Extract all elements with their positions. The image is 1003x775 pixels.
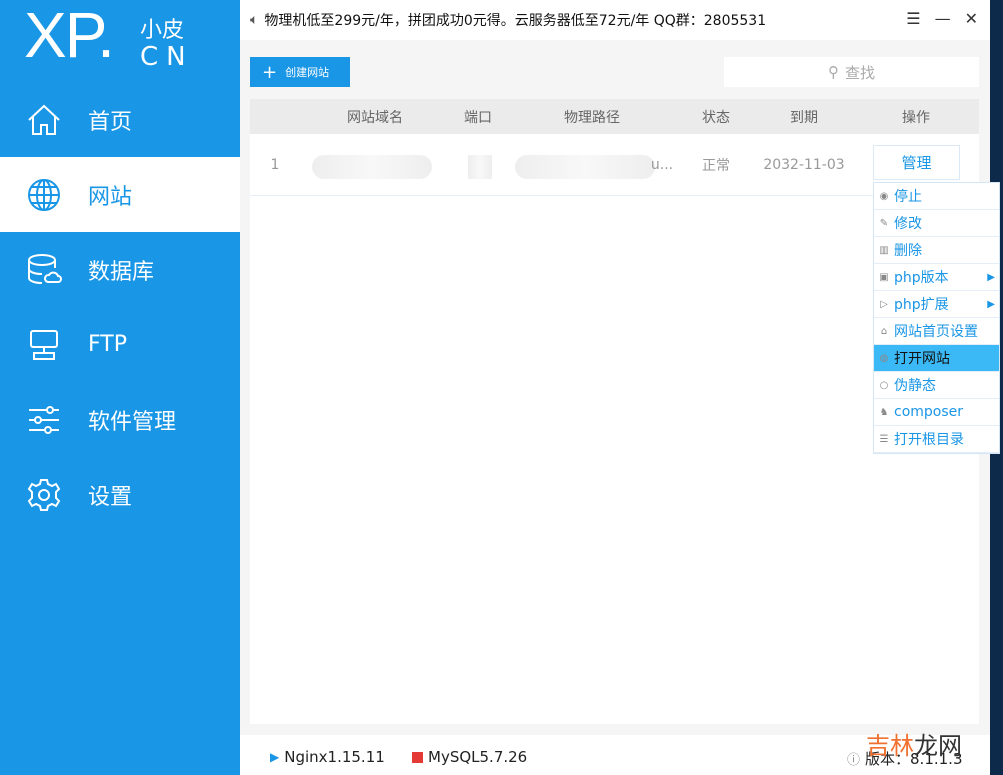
logo-cn: CN <box>140 42 194 72</box>
play-icon: ▶ <box>270 750 280 764</box>
menu-label: php扩展 <box>894 297 949 313</box>
submenu-arrow-icon: ▶ <box>987 271 995 283</box>
col-path: 物理路径 <box>564 109 620 126</box>
sliders-icon <box>29 405 59 434</box>
menu-item-stop[interactable]: ◉ 停止 <box>874 183 999 210</box>
logo-text: XP. <box>24 0 115 71</box>
create-label: 创建网站 <box>285 66 330 79</box>
stop-square-icon <box>412 751 423 763</box>
sidebar-item-label: 设置 <box>88 484 133 510</box>
globe-icon: ◍ <box>879 352 889 364</box>
menu-label: 打开网站 <box>894 351 950 367</box>
table-header: 网站域名 端口 物理路径 状态 到期 操作 <box>250 99 979 134</box>
col-domain: 网站域名 <box>347 109 403 126</box>
col-action: 操作 <box>902 109 930 126</box>
close-icon[interactable]: ✕ <box>965 9 978 28</box>
sidebar-item-ftp[interactable]: FTP <box>0 307 240 382</box>
col-expiry: 到期 <box>790 109 818 126</box>
row-path: u... <box>650 156 674 173</box>
row-expiry: 2032-11-03 <box>763 156 845 173</box>
ring-icon: ○ <box>879 379 889 391</box>
plus-icon: + <box>262 61 278 83</box>
menu-label: php版本 <box>894 270 949 286</box>
menu-item-php-extension[interactable]: ▷ php扩展 ▶ <box>874 291 999 318</box>
menu-label: 网站首页设置 <box>894 324 978 340</box>
menu-label: composer <box>894 404 964 420</box>
mysql-label: MySQL5.7.26 <box>428 748 528 766</box>
search-icon: ⚲ <box>827 63 839 81</box>
composer-icon: ♞ <box>879 406 889 418</box>
col-status: 状态 <box>702 109 730 126</box>
watermark: 吉林龙网 <box>866 726 962 761</box>
mysql-status[interactable]: MySQL5.7.26 <box>412 748 527 766</box>
nginx-status[interactable]: ▶ Nginx1.15.11 <box>270 748 385 766</box>
sidebar-item-software[interactable]: 软件管理 <box>0 382 240 457</box>
gear-icon <box>27 478 61 511</box>
menu-label: 停止 <box>894 189 922 205</box>
sidebar-item-settings[interactable]: 设置 <box>0 457 240 532</box>
monitor-icon <box>30 329 58 360</box>
sidebar-item-label: 首页 <box>88 109 133 135</box>
manage-button[interactable]: 管理 <box>873 145 960 180</box>
redacted-path <box>515 155 655 179</box>
stop-icon: ◉ <box>879 190 889 202</box>
menu-label: 伪静态 <box>894 378 936 394</box>
menu-label: 删除 <box>894 243 922 259</box>
speaker-icon: 🔈︎ <box>250 12 259 28</box>
redacted-domain <box>312 155 432 179</box>
watermark-a: 吉林 <box>866 732 914 760</box>
table-row: 1 u... 正常 2032-11-03 管理 <box>250 134 979 196</box>
trash-icon: ▥ <box>879 244 889 256</box>
notice-text[interactable]: 物理机低至299元/年，拼团成功0元得。云服务器低至72元/年 QQ群：2805… <box>264 10 766 30</box>
menu-label: 修改 <box>894 216 922 232</box>
sidebar-item-home[interactable]: 首页 <box>0 82 240 157</box>
sidebar-item-database[interactable]: 数据库 <box>0 232 240 307</box>
php-icon: ▣ <box>879 271 889 283</box>
nginx-label: Nginx1.15.11 <box>284 748 385 766</box>
search-input[interactable]: ⚲ 查找 <box>724 57 979 87</box>
database-icon <box>28 253 62 284</box>
menu-item-edit[interactable]: ✎ 修改 <box>874 210 999 237</box>
app-window: XP. 小皮 CN 首页 网站 数据库 FTP 软件管理 设置 🔈︎ 物理机低至… <box>0 0 990 775</box>
pencil-icon: ✎ <box>879 217 889 229</box>
submenu-arrow-icon: ▶ <box>987 298 995 310</box>
menu-item-open-root[interactable]: ☰ 打开根目录 <box>874 426 999 453</box>
watermark-b: 龙网 <box>914 732 962 760</box>
row-status: 正常 <box>702 157 730 174</box>
sidebar-item-label: 软件管理 <box>88 409 177 435</box>
home-icon <box>28 104 60 135</box>
sidebar: XP. 小皮 CN 首页 网站 数据库 FTP 软件管理 设置 <box>0 0 240 775</box>
row-index: 1 <box>270 156 280 173</box>
home-icon: ⌂ <box>880 325 888 337</box>
menu-label: 打开根目录 <box>894 432 964 448</box>
create-website-button[interactable]: + 创建网站 <box>250 57 350 87</box>
info-icon: ⓘ <box>847 753 861 768</box>
col-port: 端口 <box>464 109 492 126</box>
list-icon: ☰ <box>879 433 889 445</box>
menu-item-open-website[interactable]: ◍ 打开网站 <box>874 345 999 372</box>
manage-dropdown-menu: ◉ 停止 ✎ 修改 ▥ 删除 ▣ php版本 ▶ ▷ php扩展 ▶ ⌂ 网站首页设置 ◍ 打开网… <box>873 182 1000 454</box>
menu-item-php-version[interactable]: ▣ php版本 ▶ <box>874 264 999 291</box>
menu-item-composer[interactable]: ♞ composer <box>874 399 999 426</box>
menu-item-rewrite[interactable]: ○ 伪静态 <box>874 372 999 399</box>
redacted-port <box>468 155 492 179</box>
menu-item-homepage-settings[interactable]: ⌂ 网站首页设置 <box>874 318 999 345</box>
extension-icon: ▷ <box>880 298 888 310</box>
search-placeholder: 查找 <box>844 63 875 82</box>
sidebar-item-label: 网站 <box>88 184 133 210</box>
sidebar-item-label: FTP <box>88 332 127 357</box>
sidebar-item-website[interactable]: 网站 <box>0 157 240 232</box>
menu-item-delete[interactable]: ▥ 删除 <box>874 237 999 264</box>
notice-bar: 🔈︎ 物理机低至299元/年，拼团成功0元得。云服务器低至72元/年 QQ群：2… <box>240 0 990 40</box>
menu-icon[interactable]: ☰ <box>906 9 920 28</box>
logo-sub: 小皮 <box>140 18 185 43</box>
website-table: 网站域名 端口 物理路径 状态 到期 操作 1 u... 正常 2032-11-… <box>250 99 979 724</box>
sidebar-nav: 首页 网站 数据库 FTP 软件管理 设置 <box>0 82 240 532</box>
sidebar-item-label: 数据库 <box>88 259 155 285</box>
minimize-icon[interactable]: — <box>935 9 951 28</box>
globe-icon <box>28 178 60 211</box>
